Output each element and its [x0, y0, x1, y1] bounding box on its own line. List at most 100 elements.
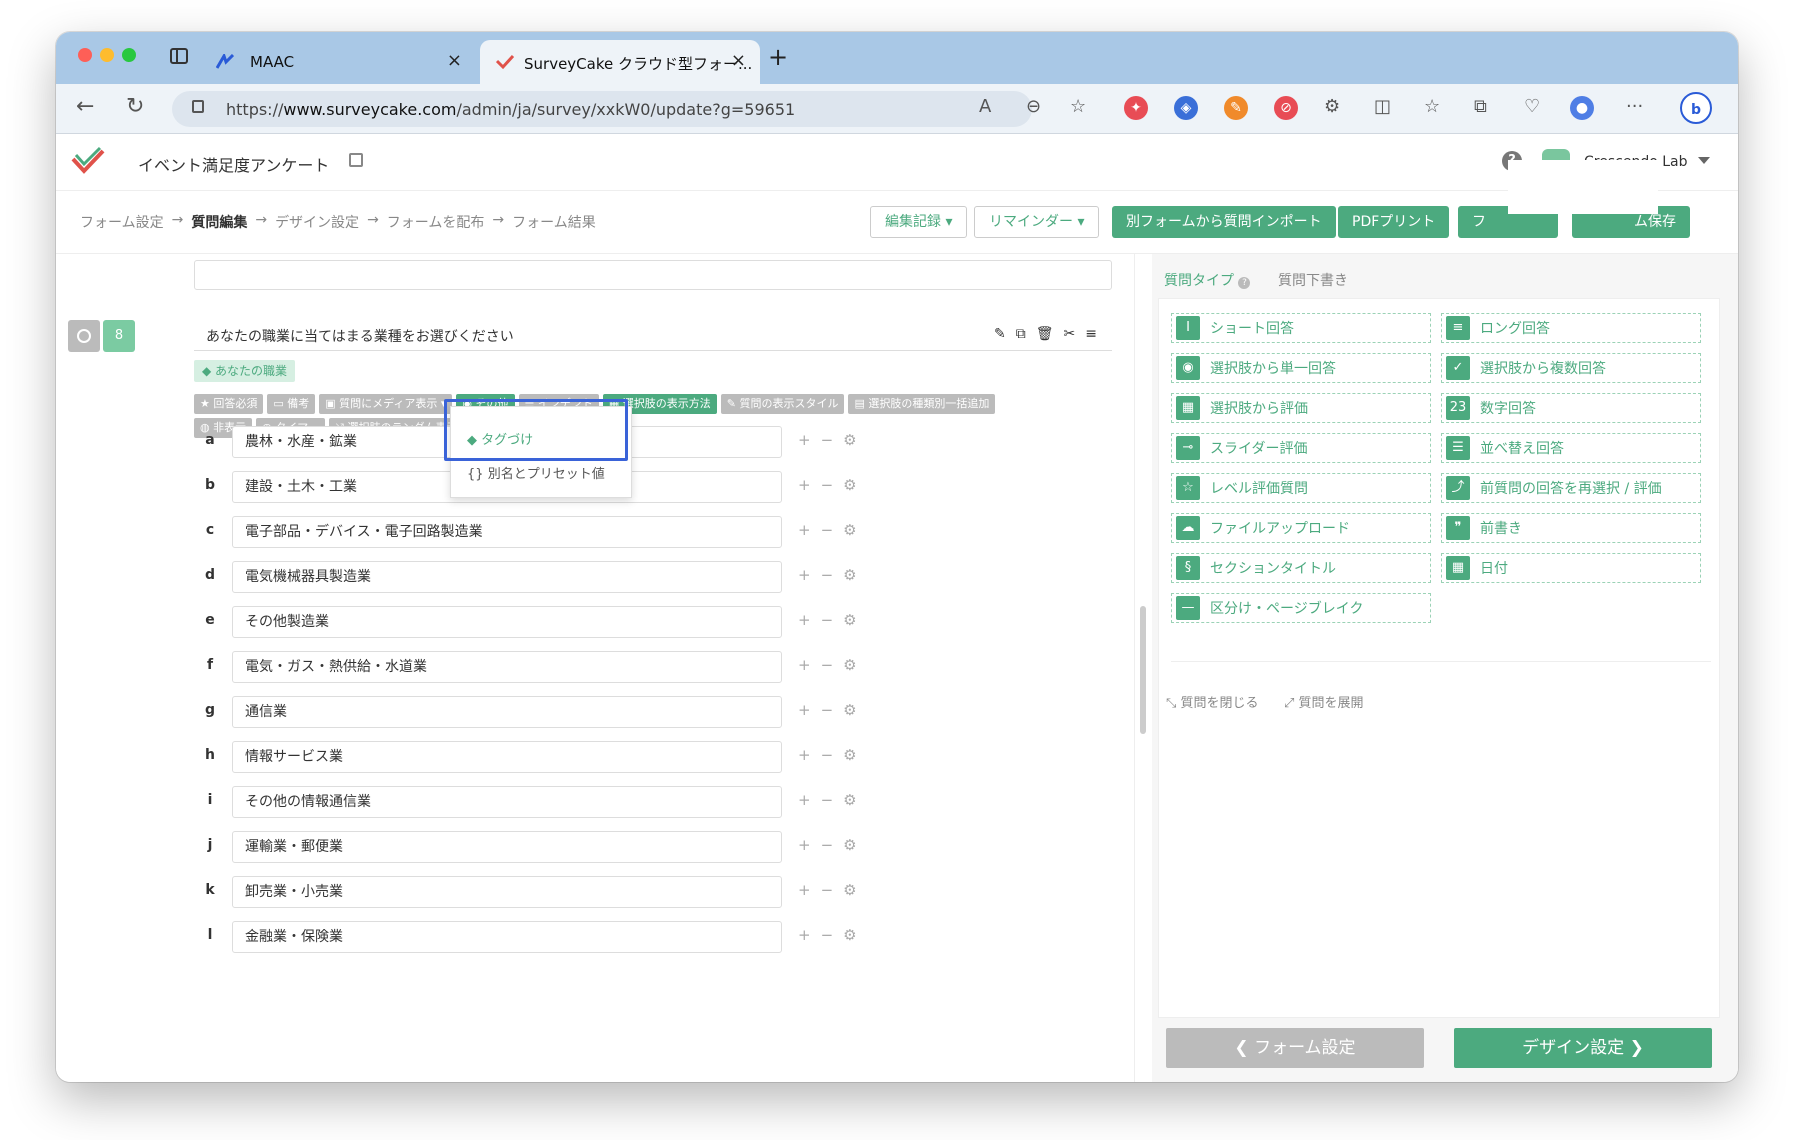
back-icon[interactable]: ←: [76, 94, 94, 119]
chevron-down-icon[interactable]: [1698, 157, 1710, 164]
zoom-window-button[interactable]: [122, 48, 136, 62]
cut-icon[interactable]: ✂: [1064, 326, 1076, 342]
edit-icon[interactable]: ✎: [994, 326, 1006, 342]
option-settings-icon[interactable]: ⚙: [843, 656, 856, 674]
remove-option-icon[interactable]: −: [821, 611, 834, 629]
import-questions-button[interactable]: 別フォームから質問インポート: [1112, 206, 1336, 238]
option-settings-icon[interactable]: ⚙: [843, 521, 856, 539]
editor-scrollbar[interactable]: [1134, 254, 1150, 1082]
option-input[interactable]: 運輸業・郵便業: [232, 831, 782, 863]
favorite-icon[interactable]: ☆: [1070, 96, 1086, 117]
option-settings-icon[interactable]: ⚙: [843, 746, 856, 764]
option-input[interactable]: 情報サービス業: [232, 741, 782, 773]
option-settings-icon[interactable]: ⚙: [843, 836, 856, 854]
add-option-icon[interactable]: +: [798, 431, 811, 449]
step-4[interactable]: フォームを配布: [387, 212, 485, 232]
setting-chip[interactable]: ★ 回答必須: [194, 394, 264, 414]
step-5[interactable]: フォーム結果: [512, 212, 596, 232]
option-settings-icon[interactable]: ⚙: [843, 566, 856, 584]
extension-orange-icon[interactable]: ✎: [1224, 96, 1248, 120]
add-option-icon[interactable]: +: [798, 521, 811, 539]
more-icon[interactable]: ···: [1626, 96, 1643, 117]
add-option-icon[interactable]: +: [798, 746, 811, 764]
edit-history-button[interactable]: 編集記録 ▾: [870, 206, 968, 238]
remove-option-icon[interactable]: −: [821, 566, 834, 584]
close-window-button[interactable]: [78, 48, 92, 62]
menu-icon[interactable]: ≡: [1085, 326, 1097, 342]
copy-icon[interactable]: ⧉: [1016, 326, 1026, 342]
question-type-radio[interactable]: ◉ 選択肢から単一回答: [1171, 353, 1431, 383]
design-settings-button[interactable]: デザイン設定 ❯: [1454, 1028, 1712, 1068]
alias-preset-menu-item[interactable]: {} 別名とプリセット値: [467, 463, 605, 482]
step-2[interactable]: 質問編集: [191, 212, 247, 232]
question-type-matrix[interactable]: ▦ 選択肢から評価: [1171, 393, 1431, 423]
collapse-questions-link[interactable]: ⤡ 質問を閉じる: [1166, 692, 1259, 711]
extensions-icon[interactable]: ⚙: [1324, 96, 1340, 117]
option-settings-icon[interactable]: ⚙: [843, 926, 856, 944]
open-external-icon[interactable]: [349, 153, 363, 167]
expand-questions-link[interactable]: ⤢ 質問を展開: [1284, 692, 1364, 711]
close-tab-icon[interactable]: ×: [447, 50, 462, 71]
scrollbar-thumb[interactable]: [1140, 606, 1146, 734]
read-aloud-icon[interactable]: A: [979, 96, 991, 117]
reload-icon[interactable]: ↻: [126, 94, 144, 119]
question-type-ranking[interactable]: ☰ 並べ替え回答: [1441, 433, 1701, 463]
remove-option-icon[interactable]: −: [821, 656, 834, 674]
reminder-button[interactable]: リマインダー ▾: [974, 206, 1100, 238]
remove-option-icon[interactable]: −: [821, 431, 834, 449]
split-screen-icon[interactable]: ◫: [1374, 96, 1391, 117]
collections-icon[interactable]: ⧉: [1474, 96, 1487, 117]
remove-option-icon[interactable]: −: [821, 476, 834, 494]
remove-option-icon[interactable]: −: [821, 521, 834, 539]
option-input[interactable]: その他の情報通信業: [232, 786, 782, 818]
minimize-window-button[interactable]: [100, 48, 114, 62]
add-option-icon[interactable]: +: [798, 611, 811, 629]
profile-icon[interactable]: ●: [1570, 96, 1594, 120]
close-tab-icon[interactable]: ×: [731, 50, 746, 71]
step-3[interactable]: デザイン設定: [275, 212, 359, 232]
option-settings-icon[interactable]: ⚙: [843, 701, 856, 719]
extension-blue-icon[interactable]: ◈: [1174, 96, 1198, 120]
add-option-icon[interactable]: +: [798, 656, 811, 674]
question-title[interactable]: あなたの職業に当てはまる業種をお選びください: [206, 326, 514, 346]
form-settings-button[interactable]: ❮ フォーム設定: [1166, 1028, 1424, 1068]
remove-option-icon[interactable]: −: [821, 881, 834, 899]
remove-option-icon[interactable]: −: [821, 746, 834, 764]
setting-chip[interactable]: ▤ 選択肢の種類別一括追加: [848, 394, 996, 414]
question-type-long-answer[interactable]: ≡ ロング回答: [1441, 313, 1701, 343]
pdf-print-button[interactable]: PDFプリント: [1338, 206, 1450, 238]
question-type-checkbox[interactable]: ✓ 選択肢から複数回答: [1441, 353, 1701, 383]
zoom-out-icon[interactable]: ⊖: [1026, 96, 1041, 117]
bing-icon[interactable]: b: [1680, 92, 1712, 124]
step-1[interactable]: フォーム設定: [80, 212, 164, 232]
new-tab-icon[interactable]: +: [768, 43, 788, 71]
favorites-list-icon[interactable]: ☆: [1424, 96, 1440, 117]
option-settings-icon[interactable]: ⚙: [843, 611, 856, 629]
question-type-quote[interactable]: ❞ 前書き: [1441, 513, 1701, 543]
option-input[interactable]: その他製造業: [232, 606, 782, 638]
question-type-reselect[interactable]: ⤴ 前質問の回答を再選択 / 評価: [1441, 473, 1701, 503]
setting-chip[interactable]: ▣ 質問にメディア表示 ▾: [319, 394, 453, 414]
option-input[interactable]: 通信業: [232, 696, 782, 728]
setting-chip[interactable]: ▭ 備考: [267, 394, 316, 414]
tab-question-drafts[interactable]: 質問下書き: [1278, 270, 1348, 290]
add-option-icon[interactable]: +: [798, 476, 811, 494]
option-input[interactable]: 電子部品・デバイス・電子回路製造業: [232, 516, 782, 548]
option-input[interactable]: 電気・ガス・熱供給・水道業: [232, 651, 782, 683]
surveycake-logo-icon[interactable]: [70, 145, 106, 181]
health-icon[interactable]: ♡: [1524, 96, 1540, 117]
question-type-calendar[interactable]: ▦ 日付: [1441, 553, 1701, 583]
extension-stop-icon[interactable]: ⊘: [1274, 96, 1298, 120]
remove-option-icon[interactable]: −: [821, 701, 834, 719]
browser-tab-surveycake[interactable]: SurveyCake クラウド型フォー... ×: [480, 40, 760, 84]
question-type-section[interactable]: § セクションタイトル: [1171, 553, 1431, 583]
add-option-icon[interactable]: +: [798, 836, 811, 854]
address-bar[interactable]: https://www.surveycake.com/admin/ja/surv…: [172, 91, 1032, 127]
option-input[interactable]: 電気機械器具製造業: [232, 561, 782, 593]
add-option-icon[interactable]: +: [798, 791, 811, 809]
add-option-icon[interactable]: +: [798, 701, 811, 719]
add-option-icon[interactable]: +: [798, 881, 811, 899]
option-settings-icon[interactable]: ⚙: [843, 431, 856, 449]
option-input[interactable]: 卸売業・小売業: [232, 876, 782, 908]
question-type-short-answer[interactable]: I ショート回答: [1171, 313, 1431, 343]
